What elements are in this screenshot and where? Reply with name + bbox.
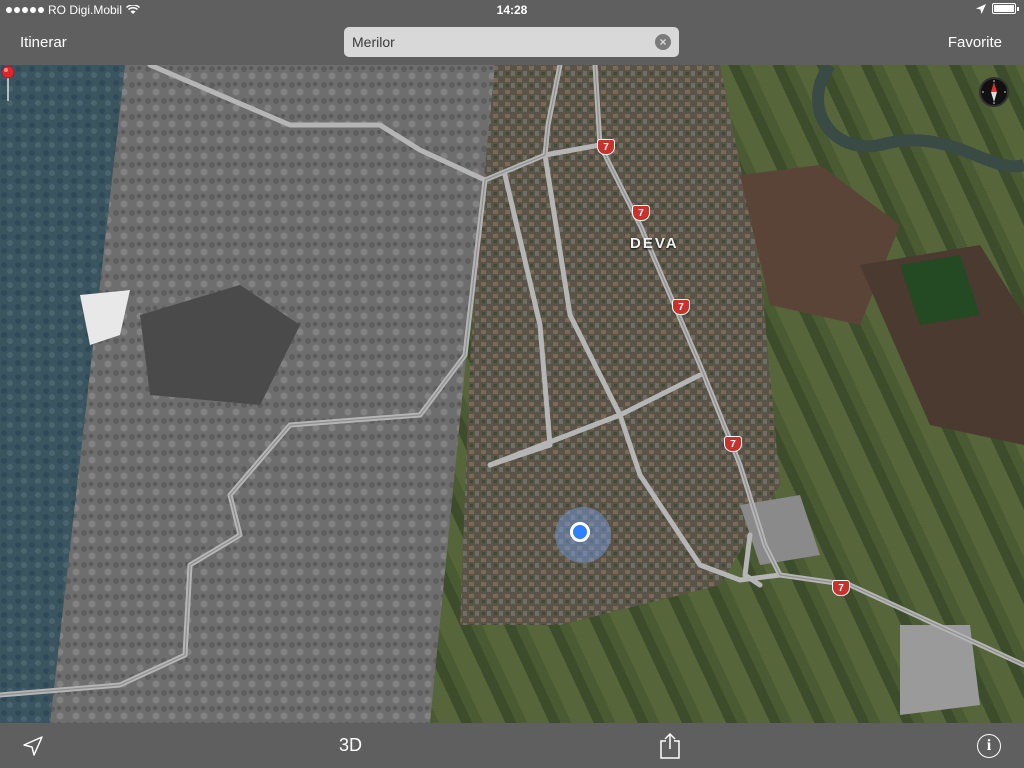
- satellite-imagery: [0, 65, 1024, 723]
- wifi-icon: [126, 5, 141, 14]
- clear-search-icon[interactable]: ×: [655, 34, 671, 50]
- user-location-indicator[interactable]: [555, 507, 611, 563]
- status-left: RO Digi.Mobil: [6, 3, 141, 17]
- location-services-icon: [976, 3, 986, 14]
- status-time: 14:28: [496, 3, 528, 17]
- compass-icon: [982, 80, 1006, 104]
- carrier-name: RO Digi.Mobil: [48, 3, 123, 17]
- route-7-shield: 7: [597, 139, 615, 155]
- search-input[interactable]: [352, 27, 652, 57]
- bottom-toolbar: 3D i: [0, 723, 1024, 768]
- map-view[interactable]: Deva 7 7 7 7 7: [0, 65, 1024, 723]
- favorites-button[interactable]: Favorite: [948, 34, 1002, 51]
- map-pin-icon[interactable]: [0, 65, 16, 103]
- compass-button[interactable]: [979, 77, 1009, 107]
- search-box[interactable]: ×: [344, 27, 679, 57]
- toggle-3d-button[interactable]: 3D: [339, 735, 362, 756]
- route-7-shield: 7: [632, 205, 650, 221]
- signal-strength-icon: [6, 7, 44, 13]
- city-label: Deva: [630, 235, 679, 252]
- directions-button[interactable]: Itinerar: [20, 34, 67, 51]
- share-icon[interactable]: [658, 732, 682, 760]
- route-7-shield: 7: [724, 436, 742, 452]
- status-right: [976, 3, 1019, 14]
- info-icon[interactable]: i: [977, 734, 1001, 758]
- route-7-shield: 7: [672, 299, 690, 315]
- navigation-bar: Itinerar × Favorite: [0, 20, 1024, 65]
- location-arrow-icon[interactable]: [22, 735, 44, 757]
- route-7-shield: 7: [832, 580, 850, 596]
- battery-icon: [992, 3, 1019, 14]
- status-bar: RO Digi.Mobil 14:28: [0, 0, 1024, 20]
- user-location-dot: [570, 522, 590, 542]
